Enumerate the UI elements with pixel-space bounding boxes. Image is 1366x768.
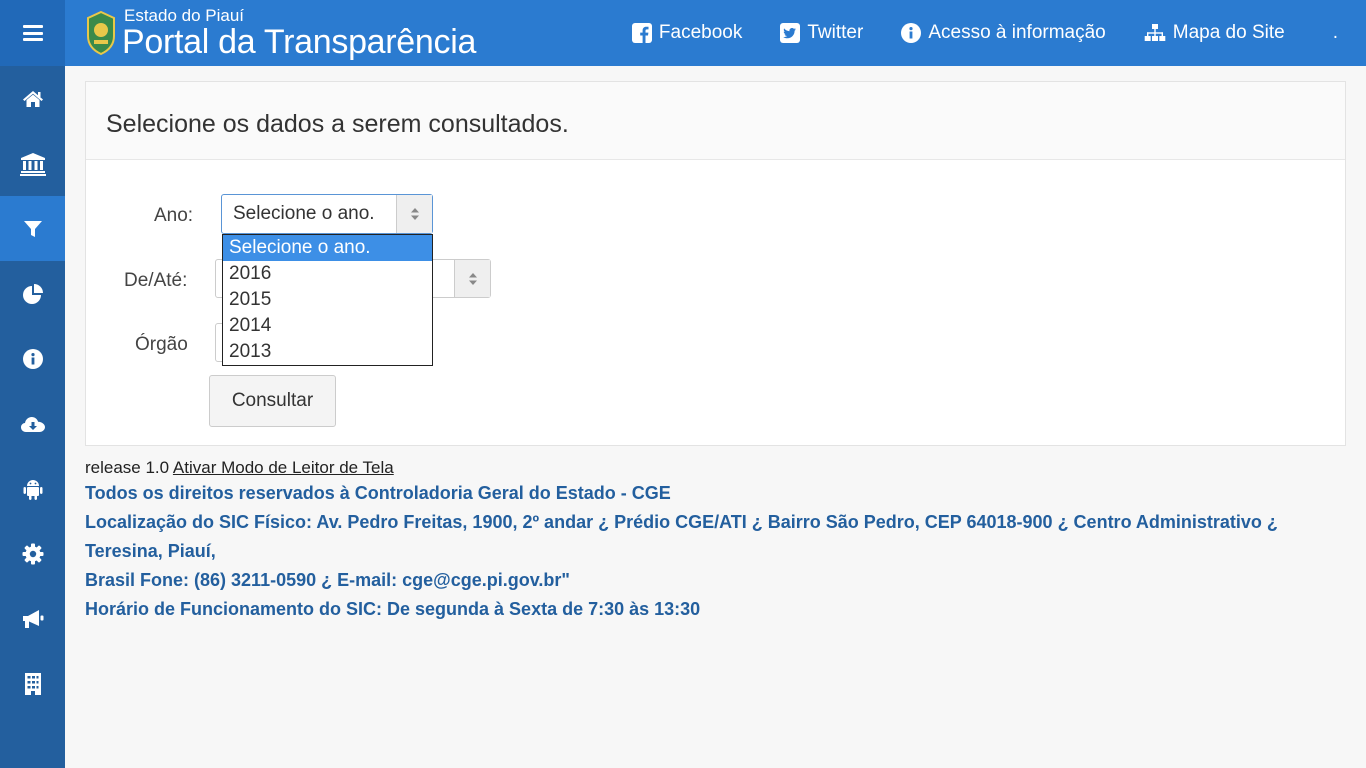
sidebar-item-announcements[interactable] — [0, 586, 65, 651]
periodo-label: De/Até: — [124, 270, 188, 291]
menu-toggle-button[interactable] — [0, 0, 65, 66]
facebook-label: Facebook — [658, 22, 743, 43]
select-updown-icon — [454, 260, 490, 297]
sitemap-link[interactable]: Mapa do Site — [1144, 22, 1285, 44]
sidebar-item-info[interactable] — [0, 326, 65, 391]
brand-subtitle: Estado do Piauí — [124, 6, 245, 25]
access-info-link[interactable]: Acesso à informação — [901, 22, 1106, 44]
panel-title: Selecione os dados a serem consultados. — [86, 82, 1345, 160]
consultar-button[interactable]: Consultar — [209, 375, 336, 427]
twitter-icon — [780, 23, 801, 43]
sidebar-item-android[interactable] — [0, 456, 65, 521]
institution-icon — [19, 152, 46, 176]
info-icon — [22, 348, 43, 369]
android-icon — [23, 479, 42, 500]
ano-label: Ano: — [154, 205, 194, 226]
orgao-label: Órgão — [135, 334, 188, 355]
gear-icon — [22, 543, 43, 564]
trailing-dot: . — [1332, 22, 1338, 43]
hamburger-icon — [22, 25, 43, 41]
release-version: release 1.0 — [85, 458, 170, 477]
ano-option[interactable]: Selecione o ano. — [223, 235, 432, 261]
sidebar-item-charts[interactable] — [0, 261, 65, 326]
filter-icon — [23, 220, 42, 237]
facebook-icon — [631, 23, 652, 43]
ano-select[interactable]: Selecione o ano. — [221, 194, 433, 234]
release-line: release 1.0 Ativar Modo de Leitor de Tel… — [85, 457, 1355, 479]
building-icon — [24, 672, 41, 695]
footer-address: Localização do SIC Físico: Av. Pedro Fre… — [85, 512, 1278, 561]
sidebar-item-institution[interactable] — [0, 131, 65, 196]
access-info-label: Acesso à informação — [928, 22, 1106, 43]
cloud-download-icon — [20, 416, 45, 432]
select-updown-icon — [396, 195, 432, 233]
ano-option[interactable]: 2016 — [223, 261, 432, 287]
twitter-link[interactable]: Twitter — [780, 22, 863, 44]
facebook-link[interactable]: Facebook — [631, 22, 743, 44]
footer: release 1.0 Ativar Modo de Leitor de Tel… — [85, 457, 1355, 624]
top-bar: Estado do Piauí Portal da Transparência … — [0, 0, 1366, 66]
sidebar — [0, 66, 65, 768]
ano-option[interactable]: 2014 — [223, 313, 432, 339]
footer-copyright: Todos os direitos reservados à Controlad… — [85, 483, 671, 503]
footer-contact: Brasil Fone: (86) 3211-0590 ¿ E-mail: cg… — [85, 570, 570, 590]
home-icon — [22, 90, 43, 107]
info-circle-icon — [901, 23, 922, 43]
ano-dropdown-list: Selecione o ano. 2016 2015 2014 2013 — [222, 234, 433, 366]
brand-title: Portal da Transparência — [122, 23, 477, 61]
footer-hours: Horário de Funcionamento do SIC: De segu… — [85, 599, 701, 619]
ano-option[interactable]: 2015 — [223, 287, 432, 313]
sidebar-item-settings[interactable] — [0, 521, 65, 586]
sidebar-item-download[interactable] — [0, 391, 65, 456]
state-seal-icon — [87, 10, 115, 56]
sidebar-item-building[interactable] — [0, 651, 65, 716]
brand-logo[interactable]: Estado do Piauí Portal da Transparência — [84, 4, 476, 62]
sidebar-item-filter[interactable] — [0, 196, 65, 261]
ano-option[interactable]: 2013 — [223, 339, 432, 365]
sidebar-item-home[interactable] — [0, 66, 65, 131]
pie-chart-icon — [22, 283, 43, 304]
twitter-label: Twitter — [807, 22, 864, 43]
top-nav: Facebook Twitter Acesso à informação Map… — [594, 0, 1338, 66]
query-panel: Selecione os dados a serem consultados. … — [85, 81, 1346, 446]
megaphone-icon — [22, 609, 43, 628]
sitemap-label: Mapa do Site — [1172, 22, 1285, 43]
sitemap-icon — [1144, 24, 1166, 41]
ano-select-value: Selecione o ano. — [233, 203, 375, 224]
screen-reader-link[interactable]: Ativar Modo de Leitor de Tela — [173, 458, 394, 477]
